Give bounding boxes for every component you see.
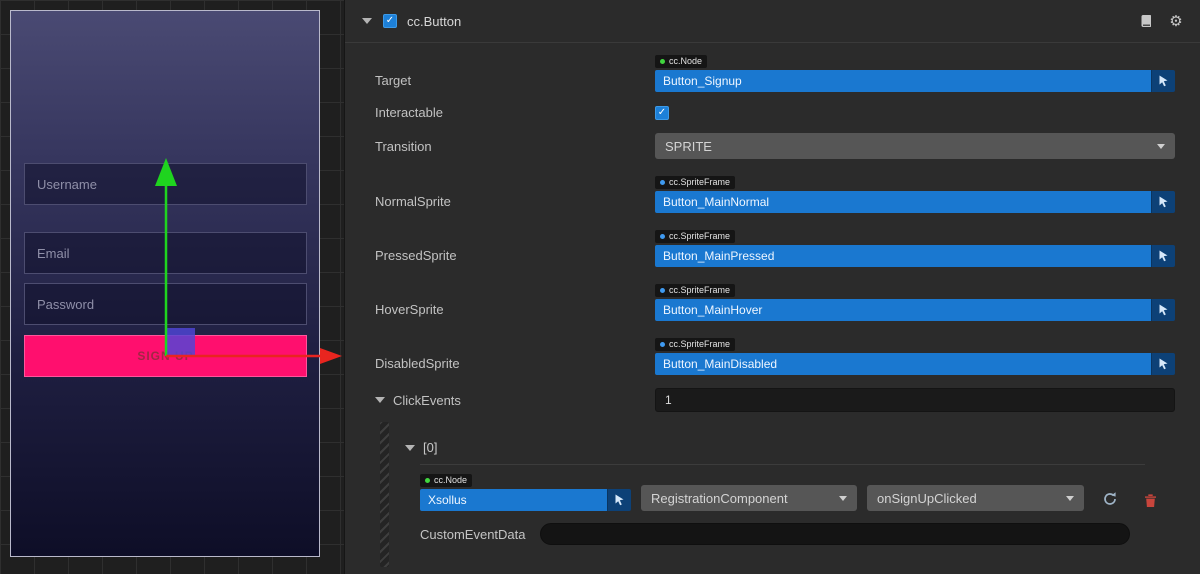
type-tag: cc.SpriteFrame xyxy=(655,230,735,244)
spriteframe-type-dot-icon xyxy=(660,234,665,239)
chevron-down-icon xyxy=(839,496,847,501)
event-node-field[interactable]: Xsollus xyxy=(420,489,607,511)
chevron-down-icon xyxy=(1157,144,1165,149)
component-title: cc.Button xyxy=(407,14,461,29)
click-event-row: cc.Node Xsollus xyxy=(420,470,1145,511)
target-node-field[interactable]: Button_Signup xyxy=(655,70,1151,92)
property-label: Interactable xyxy=(375,105,655,120)
property-label: PressedSprite xyxy=(375,245,655,267)
spriteframe-type-dot-icon xyxy=(660,288,665,293)
delete-event-button[interactable] xyxy=(1144,493,1157,508)
property-row-pressed-sprite: PressedSprite cc.SpriteFrame Button_Main… xyxy=(375,226,1175,267)
property-row-hover-sprite: HoverSprite cc.SpriteFrame Button_MainHo… xyxy=(375,280,1175,321)
click-event-item-header: [0] xyxy=(405,440,1145,455)
property-row-interactable: Interactable ✓ xyxy=(375,105,1175,120)
property-row-target: Target cc.Node Button_Signup xyxy=(375,51,1175,92)
scene-canvas[interactable]: SIGN UP xyxy=(10,10,320,557)
property-label: DisabledSprite xyxy=(375,353,655,375)
collapse-event-item-icon[interactable] xyxy=(405,445,415,451)
handler-dropdown[interactable]: onSignUpClicked xyxy=(867,485,1084,511)
property-label: Target xyxy=(375,70,655,92)
divider xyxy=(420,464,1145,465)
email-input[interactable] xyxy=(24,232,307,274)
reference-picker-button[interactable] xyxy=(1151,353,1175,375)
property-row-disabled-sprite: DisabledSprite cc.SpriteFrame Button_Mai… xyxy=(375,334,1175,375)
type-tag: cc.Node xyxy=(655,55,707,69)
refresh-icon xyxy=(1102,491,1118,507)
gear-icon[interactable]: ⚙ xyxy=(1168,13,1184,29)
component-dropdown[interactable]: RegistrationComponent xyxy=(641,485,857,511)
picker-cursor-icon xyxy=(1158,250,1169,262)
type-tag: cc.SpriteFrame xyxy=(655,338,735,352)
picker-cursor-icon xyxy=(614,494,625,506)
chevron-down-icon xyxy=(1066,496,1074,501)
picker-cursor-icon xyxy=(1158,75,1169,87)
normal-sprite-field[interactable]: Button_MainNormal xyxy=(655,191,1151,213)
property-label: NormalSprite xyxy=(375,191,655,213)
refresh-event-button[interactable] xyxy=(1102,491,1118,507)
spriteframe-type-dot-icon xyxy=(660,342,665,347)
pressed-sprite-field[interactable]: Button_MainPressed xyxy=(655,245,1151,267)
property-row-click-events: ClickEvents 1 xyxy=(375,388,1175,412)
signup-button[interactable]: SIGN UP xyxy=(24,335,307,377)
component-header: ✓ cc.Button ⚙ xyxy=(345,0,1200,43)
custom-event-data-input[interactable] xyxy=(540,523,1130,545)
click-event-group: [0] cc.Node Xsollus xyxy=(380,422,1175,567)
component-properties: Target cc.Node Button_Signup xyxy=(345,43,1200,574)
picker-cursor-icon xyxy=(1158,358,1169,370)
interactable-checkbox[interactable]: ✓ xyxy=(655,106,669,120)
custom-event-data-label: CustomEventData xyxy=(420,527,540,542)
transition-dropdown[interactable]: SPRITE xyxy=(655,133,1175,159)
reference-picker-button[interactable] xyxy=(1151,191,1175,213)
inspector-panel: ✓ cc.Button ⚙ Target cc.Node xyxy=(345,0,1200,574)
collapse-click-events-icon[interactable] xyxy=(375,397,385,403)
reference-picker-button[interactable] xyxy=(607,489,631,511)
hover-sprite-field[interactable]: Button_MainHover xyxy=(655,299,1151,321)
custom-event-data-row: CustomEventData xyxy=(420,523,1130,545)
node-type-dot-icon xyxy=(425,478,430,483)
disabled-sprite-field[interactable]: Button_MainDisabled xyxy=(655,353,1151,375)
component-enabled-checkbox[interactable]: ✓ xyxy=(383,14,397,28)
collapse-component-icon[interactable] xyxy=(362,18,372,24)
property-label: HoverSprite xyxy=(375,299,655,321)
type-tag: cc.SpriteFrame xyxy=(655,176,735,190)
password-input[interactable] xyxy=(24,283,307,325)
type-tag: cc.SpriteFrame xyxy=(655,284,735,298)
event-index-label: [0] xyxy=(423,440,437,455)
reference-picker-button[interactable] xyxy=(1151,245,1175,267)
gizmo-x-axis-arrowhead-icon[interactable] xyxy=(320,348,342,364)
property-label: ClickEvents xyxy=(393,393,461,408)
editor-window: SIGN UP ✓ cc.Button ⚙ xyxy=(0,0,1200,574)
reference-picker-button[interactable] xyxy=(1151,299,1175,321)
type-tag: cc.Node xyxy=(420,474,472,488)
node-type-dot-icon xyxy=(660,59,665,64)
property-label: Transition xyxy=(375,139,655,154)
group-drag-handle[interactable] xyxy=(380,422,389,567)
picker-cursor-icon xyxy=(1158,196,1169,208)
spriteframe-type-dot-icon xyxy=(660,180,665,185)
docs-icon[interactable] xyxy=(1139,13,1155,29)
scene-view[interactable]: SIGN UP xyxy=(0,0,345,574)
property-row-transition: Transition SPRITE xyxy=(375,133,1175,159)
trash-icon xyxy=(1144,493,1157,508)
picker-cursor-icon xyxy=(1158,304,1169,316)
click-events-count-field[interactable]: 1 xyxy=(655,388,1175,412)
reference-picker-button[interactable] xyxy=(1151,70,1175,92)
property-row-normal-sprite: NormalSprite cc.SpriteFrame Button_MainN… xyxy=(375,172,1175,213)
username-input[interactable] xyxy=(24,163,307,205)
